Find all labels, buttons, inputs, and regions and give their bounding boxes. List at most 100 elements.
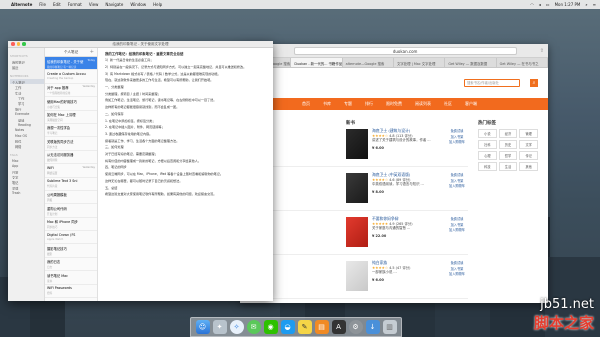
note-editor[interactable]: 我的工作笔记：给我的印象笔记 - 重要文章完全总结 1）新一代是日常的生活必备工… (98, 48, 273, 301)
safari-icon[interactable]: ✧ (229, 320, 244, 334)
wifi-icon[interactable]: ◠ (530, 2, 534, 7)
note-snippet: 开发计划 (47, 212, 58, 216)
menu-format[interactable]: Format (68, 2, 82, 7)
note-list-item[interactable]: 我想一次性学会 学习笔记 (45, 124, 97, 138)
note-list-item[interactable]: Create a Custom Accou Creating the backu… (45, 70, 97, 84)
site-search-button[interactable]: ⌕ (530, 79, 538, 87)
note-title: 关联版的同步方法 (47, 139, 74, 144)
tag-chip[interactable]: 社科 (478, 140, 497, 149)
book-item[interactable]: 海底卫士 (中英双语版) ★★★★☆ 4.6 (89 评分) 中英双语阅读，学习… (250, 172, 468, 211)
site-nav-item[interactable]: 客户端 (465, 101, 477, 107)
note-list-item[interactable]: 读书笔记 Mac 读书 (45, 271, 97, 285)
tag-chip[interactable]: 传记 (519, 151, 538, 160)
note-list-item[interactable]: 我的日志 日志 (45, 258, 97, 272)
volume-icon[interactable]: ◂ (539, 2, 541, 7)
finder-icon[interactable]: ☺ (195, 320, 210, 334)
browser-tab[interactable]: alternote—Google 搜索 (343, 58, 394, 67)
menu-help[interactable]: Help (153, 2, 162, 7)
alternote-icon[interactable]: A (331, 320, 346, 334)
tag-chip[interactable]: 小说 (478, 129, 497, 138)
book-cover[interactable] (346, 173, 368, 203)
note-list-item[interactable]: Digital Crown (FS Apple Watch (45, 231, 97, 245)
note-list-item[interactable]: 从无法访问服务器 故障排除 (45, 151, 97, 165)
tag-chip[interactable]: 心理 (478, 151, 497, 160)
note-title: WiFi Passwords (47, 286, 72, 291)
notification-center-icon[interactable]: ≡ (593, 2, 596, 7)
note-list-item[interactable]: 摄影笔记技巧 摄影 (45, 244, 97, 258)
site-nav-item[interactable]: 专题 (344, 101, 352, 107)
tag-chip[interactable]: 生活 (498, 162, 518, 171)
rating-meta: 4.6 (89 评分) (389, 177, 411, 182)
menu-window[interactable]: Window (130, 2, 146, 7)
note-list-item[interactable]: WiFi Yesterday 网络设置 (45, 164, 97, 178)
book-item[interactable]: 海底卫士 (建筑与设计) ★★★★☆ 4.8 (113 评分) 讲述了关于建筑与… (250, 128, 468, 167)
add-note-icon[interactable]: + (90, 49, 94, 55)
note-list-item[interactable]: 重构公司代码 开发计划 (45, 204, 97, 218)
browser-tab[interactable]: 文字处理 | Mac 文字处理 (394, 58, 446, 67)
site-nav-item[interactable]: 社区 (444, 101, 452, 107)
note-list-item[interactable]: 对于 app 推荐 Yesterday 一个值得推荐的应用 (45, 84, 97, 98)
book-item[interactable]: 纯白家族 ★★★★☆ 4.5 (47 评分) 一部家族小说 ... ¥ 6.00… (250, 260, 468, 299)
preferences-icon[interactable]: ⚙ (348, 320, 363, 334)
sidebar-item[interactable]: 网络 (10, 143, 44, 148)
note-list-item[interactable]: 如何在 Mac 上清理 清理磁盘空间 (45, 111, 97, 124)
browser-tab[interactable]: Get Wiley — 数据及数据 (445, 58, 497, 67)
note-list-item[interactable]: 关联版的同步方法 同步方法 (45, 137, 97, 151)
site-nav-item[interactable]: 书库 (323, 101, 331, 107)
tag-chip[interactable]: 科技 (478, 162, 497, 171)
menu-file[interactable]: File (39, 2, 46, 7)
launchpad-icon[interactable]: ✦ (212, 320, 227, 334)
book-cover[interactable] (346, 261, 368, 291)
menu-navigate[interactable]: Navigate (105, 2, 123, 7)
note-list-item[interactable]: 使用Mac的好用技巧 小技巧合集 (45, 97, 97, 111)
section-title: 新书 (346, 121, 355, 126)
share-icon[interactable]: ⇧ (540, 48, 544, 54)
tag-chip[interactable]: 经济 (498, 129, 518, 138)
tag-chip[interactable]: 文学 (519, 140, 538, 149)
tag-chip[interactable]: 历史 (498, 140, 518, 149)
search-icon[interactable]: ⌕ (585, 2, 587, 7)
qq-icon[interactable]: ◒ (280, 320, 295, 334)
menu-edit[interactable]: Edit (53, 2, 61, 7)
browser-tab-active[interactable]: Duokan - 新一代的... 书籍作品 - 豆瓣阅读 (291, 58, 343, 67)
tag-chip[interactable]: 其他 (519, 162, 538, 171)
trash-icon[interactable]: ▥ (382, 320, 397, 334)
editor-paragraph: 一、分类整理 (105, 85, 124, 90)
site-nav-item[interactable]: 首页 (302, 101, 310, 107)
tag-chip[interactable]: 管理 (519, 129, 538, 138)
book-cover[interactable] (346, 129, 368, 159)
note-list-item[interactable]: 公司周报模板 周报 (45, 191, 97, 205)
note-editor-title[interactable]: 我的工作笔记：给我的印象笔记 - 重要文章完全总结 (105, 52, 266, 56)
add-cart-link[interactable]: 加入购物车 (446, 184, 468, 190)
note-list-item-selected[interactable]: 给我的印象笔记 - 关于使 Today 我的印象笔记 有一种记录 (45, 57, 97, 71)
wechat-icon[interactable]: ◉ (263, 320, 278, 334)
book-actions: 免费试读 加入书架 加入购物车 (446, 217, 468, 250)
note-list-item[interactable]: Mac 和 iPhone 同步 同步技巧 (45, 218, 97, 232)
battery-icon[interactable]: ▭ (546, 2, 550, 7)
tag-chip[interactable]: 哲学 (498, 151, 518, 160)
add-cart-link[interactable]: 加入购物车 (446, 228, 468, 234)
site-nav-item[interactable]: 阅读列表 (415, 101, 431, 107)
dock: ☺ ✦ ✧ ✉ ◉ ◒ ✎ ▤ A ⚙ ↓ ▥ (190, 317, 402, 337)
book-item[interactable]: 不要和你妈争辩 ★★★★★ 4.9 (265 评分) 关于家庭与沟通的智慧 ..… (250, 216, 468, 255)
add-cart-link[interactable]: 加入购物车 (446, 140, 468, 146)
address-bar[interactable]: duokan.com (293, 46, 517, 55)
messages-icon[interactable]: ✉ (246, 320, 261, 334)
notes-icon[interactable]: ✎ (297, 320, 312, 334)
note-list-item[interactable]: Sublime Text 3 Sni 代码片段 (45, 178, 97, 191)
note-list-item[interactable]: WiFi Passwords 密码 (45, 285, 97, 299)
add-cart-link[interactable]: 加入购物车 (446, 272, 468, 278)
downloads-icon[interactable]: ↓ (365, 320, 380, 334)
browser-tab[interactable]: Get Wiley — 在书与书之 (497, 58, 548, 67)
menu-app-name[interactable]: Alternote (11, 2, 32, 7)
note-snippet: 读书 (47, 279, 53, 283)
menu-view[interactable]: View (89, 2, 99, 7)
sidebar-trash[interactable]: Trash (10, 190, 44, 195)
site-search-input[interactable]: 搜索书名/作者/出版社 (464, 79, 520, 87)
sidebar-item[interactable]: 最近 (10, 64, 44, 69)
book-cover[interactable] (346, 217, 368, 247)
site-nav-item[interactable]: 限时免费 (386, 101, 402, 107)
menubar-clock[interactable]: Mon 1:27 PM (555, 2, 581, 7)
site-nav-item[interactable]: 排行 (365, 101, 373, 107)
books-icon[interactable]: ▤ (314, 320, 329, 334)
